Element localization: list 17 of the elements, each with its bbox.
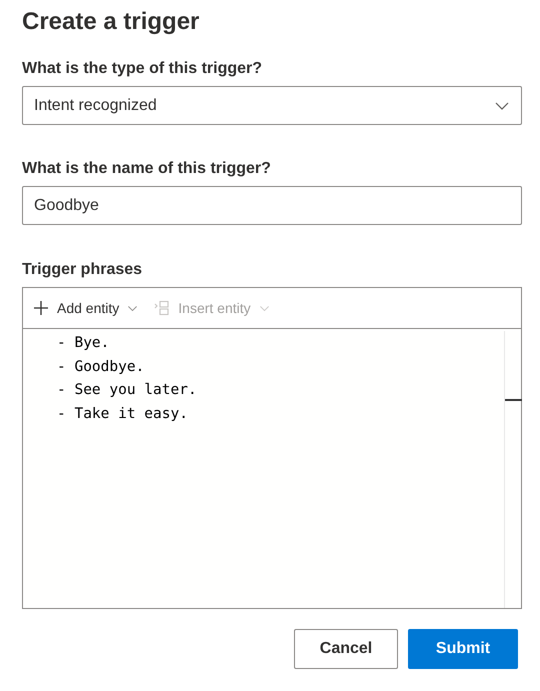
dialog-title: Create a trigger	[22, 7, 200, 37]
submit-button[interactable]: Submit	[408, 629, 518, 669]
phrase-line: - See you later.	[57, 381, 197, 400]
phrase-line: - Goodbye.	[57, 358, 144, 376]
trigger-name-field[interactable]: Goodbye	[22, 186, 522, 225]
toolbar-button[interactable]: Add entity	[33, 298, 138, 318]
insert-icon	[154, 300, 170, 316]
field-label: What is the type of this trigger?	[22, 59, 264, 79]
phrase-line: - Bye.	[57, 334, 110, 353]
phrases-text[interactable]: - Bye. - Goodbye. - See you later. - Take it easy.	[23, 329, 504, 608]
field-label: Trigger phrases	[22, 260, 144, 280]
plus-icon	[33, 300, 49, 316]
phrase-line: - Take it easy.	[57, 404, 188, 424]
trigger-type-dropdown[interactable]: Intent recognized	[22, 86, 522, 125]
field-label: What is the name of this trigger?	[22, 159, 272, 179]
scrollbar[interactable]	[504, 331, 521, 608]
cancel-button[interactable]: Cancel	[294, 629, 398, 669]
